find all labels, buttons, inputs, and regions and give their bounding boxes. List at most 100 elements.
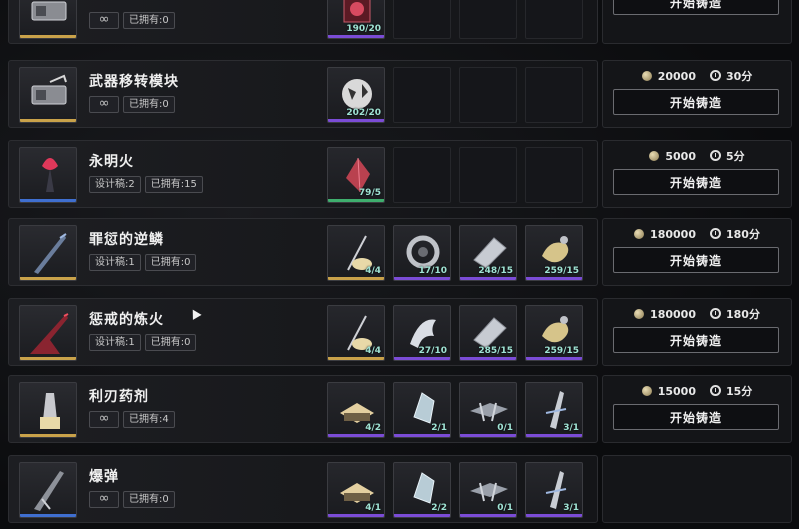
item-name: 罪愆的逆鳞 bbox=[89, 232, 164, 248]
item-name: 爆弹 bbox=[89, 469, 119, 485]
staff-icon[interactable]: 4/4 bbox=[327, 225, 385, 281]
rarity-bar bbox=[20, 434, 76, 437]
crystal-icon[interactable]: 2/1 bbox=[393, 382, 451, 438]
rarity-bar bbox=[20, 35, 76, 38]
recipe-info-panel: 罪愆的逆鳞设计稿:1 已拥有:0 4/4 17/10 248/15 259/15 bbox=[8, 218, 598, 286]
material-slots: 79/5 bbox=[327, 147, 583, 203]
coin-icon bbox=[641, 70, 652, 81]
item-tags: ∞ 已拥有:4 bbox=[89, 411, 175, 428]
coin-cost: 5000 bbox=[649, 150, 696, 163]
drone-icon[interactable]: 0/1 bbox=[459, 462, 517, 518]
coin-amount: 20000 bbox=[657, 69, 696, 83]
clock-icon bbox=[709, 70, 721, 81]
item-name: 利刃药剂 bbox=[89, 389, 149, 405]
empty-material-slot bbox=[525, 0, 583, 39]
horn-icon[interactable]: 259/15 bbox=[525, 305, 583, 361]
material-slots: 4/4 17/10 248/15 259/15 bbox=[327, 225, 583, 281]
forge-cost: 15000 15分 bbox=[603, 382, 791, 400]
coin-amount: 15000 bbox=[657, 384, 696, 398]
pedestal-icon[interactable]: 4/2 bbox=[327, 382, 385, 438]
recipe-info-panel: 武器移转模块 ∞ 已拥有:0 202/20 bbox=[8, 60, 598, 128]
start-forge-button[interactable]: 开始铸造 bbox=[613, 247, 779, 273]
weapon-module-icon[interactable] bbox=[19, 0, 77, 39]
item-tags: ∞ 已拥有:0 bbox=[89, 96, 175, 113]
coin-amount: 5000 bbox=[665, 149, 696, 163]
empty-material-slot bbox=[525, 67, 583, 123]
start-forge-button[interactable]: 开始铸造 bbox=[613, 169, 779, 195]
staff-icon[interactable]: 4/4 bbox=[327, 305, 385, 361]
recipe-info-panel: ∞ 已拥有:0 190/20 bbox=[8, 0, 598, 44]
empty-material-slot bbox=[393, 147, 451, 203]
count-tag: 设计稿:2 bbox=[89, 176, 141, 193]
material-slots: 4/1 2/2 0/1 3/1 bbox=[327, 462, 583, 518]
count-tag: 已拥有:0 bbox=[144, 254, 197, 271]
ring-coil-icon[interactable]: 17/10 bbox=[393, 225, 451, 281]
rarity-bar bbox=[20, 357, 76, 360]
item-name: 惩戒的炼火 bbox=[89, 312, 164, 328]
rarity-bar bbox=[394, 514, 450, 517]
rarity-bar bbox=[328, 434, 384, 437]
recipe-info-panel: 永明火 设计稿:2 已拥有:15 79/5 bbox=[8, 140, 598, 208]
start-forge-button[interactable]: 开始铸造 bbox=[613, 327, 779, 353]
forge-panel: 5000 5分开始铸造 bbox=[602, 140, 792, 208]
material-count: 2/1 bbox=[431, 423, 447, 433]
rarity-bar bbox=[328, 357, 384, 360]
item-tags: 设计稿:1 已拥有:0 bbox=[89, 334, 197, 351]
rarity-bar bbox=[460, 277, 516, 280]
recipe-info-panel: 利刃药剂 ∞ 已拥有:4 4/2 2/1 0/1 3/1 bbox=[8, 375, 598, 443]
material-slots: 4/2 2/1 0/1 3/1 bbox=[327, 382, 583, 438]
rarity-bar bbox=[20, 514, 76, 517]
item-name: 武器移转模块 bbox=[89, 74, 179, 90]
rarity-bar bbox=[328, 514, 384, 517]
material-count: 4/4 bbox=[365, 346, 381, 356]
recipe-row: 爆弹 ∞ 已拥有:0 4/1 2/2 0/1 3/1 bbox=[8, 455, 792, 523]
armor-plate-icon[interactable]: 248/15 bbox=[459, 225, 517, 281]
coin-icon bbox=[634, 308, 645, 319]
start-forge-button[interactable]: 开始铸造 bbox=[613, 89, 779, 115]
clock-icon bbox=[709, 150, 721, 161]
time-amount: 30分 bbox=[725, 70, 753, 83]
clock-icon bbox=[709, 308, 721, 319]
time-amount: 15分 bbox=[725, 385, 753, 398]
item-tags: ∞ 已拥有:0 bbox=[89, 491, 175, 508]
empty-material-slot bbox=[459, 0, 517, 39]
start-forge-button[interactable]: 开始铸造 bbox=[613, 0, 779, 15]
drone-icon[interactable]: 0/1 bbox=[459, 382, 517, 438]
material-count: 17/10 bbox=[418, 266, 447, 276]
infinite-icon: ∞ bbox=[89, 96, 119, 113]
torch-icon[interactable] bbox=[19, 147, 77, 203]
claw-icon[interactable]: 27/10 bbox=[393, 305, 451, 361]
pedestal-icon[interactable]: 4/1 bbox=[327, 462, 385, 518]
potion-icon[interactable] bbox=[19, 382, 77, 438]
rarity-bar bbox=[460, 434, 516, 437]
crystal-icon[interactable]: 2/2 bbox=[393, 462, 451, 518]
dark-blade-icon[interactable] bbox=[19, 225, 77, 281]
red-crystal-icon[interactable]: 79/5 bbox=[327, 147, 385, 203]
infinite-icon: ∞ bbox=[89, 491, 119, 508]
horn-icon[interactable]: 259/15 bbox=[525, 225, 583, 281]
vial-icon[interactable]: 3/1 bbox=[525, 462, 583, 518]
coin-cost: 15000 bbox=[641, 384, 696, 398]
recipe-row: 永明火 设计稿:2 已拥有:15 79/5 5000 5分 开始铸造 bbox=[8, 140, 792, 208]
time-cost: 5分 bbox=[709, 148, 745, 164]
time-amount: 180分 bbox=[725, 308, 760, 321]
crimson-core-icon[interactable]: 190/20 bbox=[327, 0, 385, 39]
count-tag: 已拥有:0 bbox=[123, 491, 175, 508]
rarity-bar bbox=[394, 434, 450, 437]
weapon-module-icon[interactable] bbox=[19, 67, 77, 123]
vial-icon[interactable]: 3/1 bbox=[525, 382, 583, 438]
armor-plate-icon[interactable]: 285/15 bbox=[459, 305, 517, 361]
recipe-info-panel: 惩戒的炼火设计稿:1 已拥有:0 4/4 27/10 285/15 259/15 bbox=[8, 298, 598, 366]
rarity-bar bbox=[328, 277, 384, 280]
start-forge-button[interactable]: 开始铸造 bbox=[613, 404, 779, 430]
bomb-icon[interactable] bbox=[19, 462, 77, 518]
count-tag: 设计稿:1 bbox=[89, 254, 141, 271]
material-count: 2/2 bbox=[431, 503, 447, 513]
item-name: 永明火 bbox=[89, 154, 134, 170]
red-spear-icon[interactable] bbox=[19, 305, 77, 361]
recipe-row: ∞ 已拥有:0 190/20 开始铸造 bbox=[8, 0, 792, 44]
time-cost: 30分 bbox=[709, 68, 753, 84]
recipe-row: 惩戒的炼火 设计稿:1 已拥有:0 4/4 27/10 285/15 259/15 18000… bbox=[8, 298, 792, 366]
material-count: 259/15 bbox=[544, 346, 579, 356]
orb-icon[interactable]: 202/20 bbox=[327, 67, 385, 123]
